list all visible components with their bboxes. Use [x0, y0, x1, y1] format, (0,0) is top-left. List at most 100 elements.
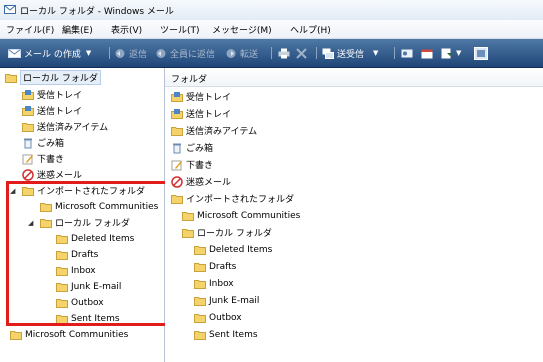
list-item-junk-email[interactable]: Junk E-mail — [194, 293, 259, 308]
tree-label: 受信トレイ — [37, 91, 83, 101]
delete-button[interactable] — [296, 46, 307, 60]
drafts-icon — [171, 159, 183, 171]
tree-item-deleted-items[interactable]: ごみ箱 — [22, 135, 64, 150]
toolbar: メール の作成 ▼ 返信 全員に返信 転送 送受信 ▼ ▼ — [0, 39, 543, 68]
tree-label: ローカル フォルダ — [20, 70, 101, 85]
tree-label: 迷惑メール — [37, 171, 83, 181]
toolbar-separator — [316, 47, 317, 59]
tree-label: 下書き — [37, 155, 65, 165]
layout-icon — [474, 46, 488, 60]
toolbar-separator — [109, 47, 110, 59]
list-item-sent-items[interactable]: 送信済みアイテム — [171, 123, 257, 138]
send-receive-label: 送受信 — [337, 49, 365, 60]
folder-column-label: フォルダ — [171, 75, 208, 85]
menu-edit[interactable]: 編集(E) — [62, 23, 93, 36]
tree-item-local-folders[interactable]: ローカル フォルダ — [5, 70, 101, 85]
trash-icon — [22, 137, 34, 149]
menu-help[interactable]: ヘルプ(H) — [290, 23, 331, 36]
tree-item-inbox[interactable]: 受信トレイ — [22, 87, 82, 102]
outbox-icon — [171, 108, 183, 120]
create-mail-label: メール の作成 — [24, 49, 81, 60]
trash-icon — [171, 142, 183, 154]
delete-x-icon — [296, 47, 307, 59]
list-item-deleted[interactable]: Deleted Items — [194, 242, 272, 257]
drafts-icon — [22, 153, 34, 165]
toolbar-separator — [271, 47, 272, 59]
sent-items-icon — [22, 121, 34, 133]
list-item-outbox-sub[interactable]: Outbox — [194, 310, 242, 325]
list-item-inbox[interactable]: 受信トレイ — [171, 89, 231, 104]
folder-icon — [194, 261, 206, 273]
reply-all-icon — [155, 48, 167, 59]
folder-view-icon — [441, 48, 453, 59]
mail-app-icon — [4, 4, 16, 15]
tree-label: ごみ箱 — [37, 139, 65, 149]
folder-icon — [194, 278, 206, 290]
tree-label: 送信トレイ — [37, 107, 83, 117]
tree-item-ms-communities-account[interactable]: Microsoft Communities — [10, 327, 128, 342]
window-title: ローカル フォルダ - Windows メール — [20, 7, 174, 17]
list-item-local-folder[interactable]: ローカル フォルダ — [182, 225, 272, 240]
local-folders-icon — [5, 72, 17, 84]
junk-mail-icon — [171, 175, 183, 188]
toolbar-separator — [394, 47, 395, 59]
forward-button[interactable]: 転送 — [225, 46, 258, 60]
tree-item-outbox[interactable]: 送信トレイ — [22, 103, 82, 118]
send-receive-button[interactable]: 送受信 ▼ — [322, 46, 378, 60]
list-item-inbox-sub[interactable]: Inbox — [194, 276, 234, 291]
contacts-icon — [401, 48, 413, 59]
folder-icon — [194, 244, 206, 256]
list-item-junk[interactable]: 迷惑メール — [171, 174, 231, 189]
chevron-down-icon[interactable]: ▼ — [456, 49, 461, 57]
highlight-annotation-box — [6, 181, 169, 326]
printer-icon — [278, 48, 290, 59]
folder-icon — [194, 312, 206, 324]
list-item-drafts[interactable]: 下書き — [171, 157, 213, 172]
new-mail-icon — [8, 48, 21, 59]
reply-icon — [114, 48, 126, 59]
tree-item-junk[interactable]: 迷惑メール — [22, 167, 82, 182]
reply-button[interactable]: 返信 — [114, 46, 147, 60]
menu-tools[interactable]: ツール(T) — [160, 23, 200, 36]
reply-all-button[interactable]: 全員に返信 — [155, 46, 215, 60]
menu-file[interactable]: ファイル(F) — [6, 23, 54, 36]
list-item-ms-communities[interactable]: Microsoft Communities — [182, 208, 300, 223]
contacts-button[interactable] — [401, 46, 413, 60]
tree-item-sent-items[interactable]: 送信済みアイテム — [22, 119, 108, 134]
create-mail-button[interactable]: メール の作成 ▼ — [8, 46, 91, 60]
chevron-down-icon[interactable]: ▼ — [373, 49, 378, 57]
layout-button[interactable] — [474, 46, 488, 60]
folder-icon — [182, 227, 194, 239]
menu-message[interactable]: メッセージ(M) — [212, 23, 272, 36]
print-button[interactable] — [278, 46, 290, 60]
calendar-icon — [421, 48, 433, 59]
inbox-icon — [22, 89, 34, 101]
reply-all-label: 全員に返信 — [170, 49, 216, 60]
folder-column-header[interactable]: フォルダ — [165, 68, 543, 87]
menu-bar: ファイル(F) 編集(E) 表示(V) ツール(T) メッセージ(M) ヘルプ(… — [0, 20, 543, 39]
forward-label: 転送 — [240, 49, 259, 60]
calendar-button[interactable] — [421, 46, 433, 60]
windows-mail-window: ローカル フォルダ - Windows メール ファイル(F) 編集(E) 表示… — [0, 0, 543, 362]
send-receive-icon — [322, 48, 334, 59]
chevron-down-icon[interactable]: ▼ — [86, 49, 91, 57]
folder-list-pane: フォルダ 受信トレイ 送信トレイ 送信済みアイテム ごみ箱 下書き 迷惑メール — [165, 68, 543, 362]
tree-item-drafts[interactable]: 下書き — [22, 151, 64, 166]
folder-icon — [194, 295, 206, 307]
folder-icon — [171, 193, 183, 205]
forward-icon — [225, 48, 237, 59]
list-item-drafts-sub[interactable]: Drafts — [194, 259, 236, 274]
folder-icon — [194, 329, 206, 341]
title-bar: ローカル フォルダ - Windows メール — [0, 0, 543, 21]
junk-mail-icon — [22, 168, 34, 181]
menu-view[interactable]: 表示(V) — [111, 23, 142, 36]
folder-icon — [171, 125, 183, 137]
list-item-sent-items-sub[interactable]: Sent Items — [194, 327, 258, 342]
folder-view-button[interactable]: ▼ — [441, 46, 461, 60]
tree-label: 送信済みアイテム — [37, 123, 109, 133]
list-item-deleted-items[interactable]: ごみ箱 — [171, 140, 213, 155]
list-item-outbox[interactable]: 送信トレイ — [171, 106, 231, 121]
outbox-icon — [22, 105, 34, 117]
folder-icon — [182, 210, 194, 222]
list-item-imported-folders[interactable]: インポートされたフォルダ — [171, 191, 294, 206]
